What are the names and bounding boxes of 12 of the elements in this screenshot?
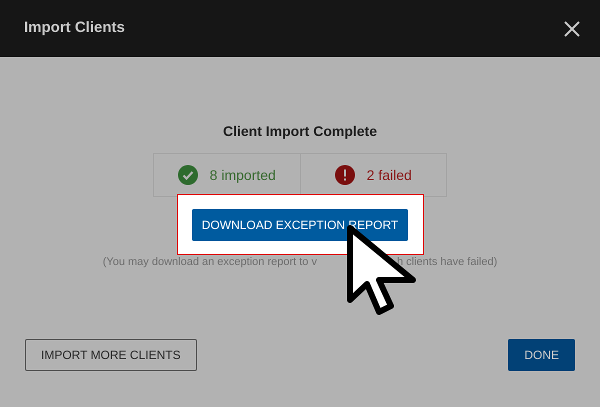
- hint-text: (You may download an exception report to v: [102, 255, 317, 270]
- result-heading: Client Import Complete: [222, 122, 377, 141]
- import-more-button[interactable]: IMPORT MORE CLIENTS: [25, 339, 197, 371]
- check-circle-icon: [178, 165, 198, 185]
- stat-label: 2 failed: [366, 166, 412, 184]
- download-report-button[interactable]: DOWNLOAD EXCEPTION REPORT: [192, 208, 408, 240]
- close-icon[interactable]: [564, 20, 580, 36]
- exclamation-circle-icon: [334, 165, 355, 185]
- done-button[interactable]: DONE: [508, 339, 575, 371]
- stat-label: 8 imported: [210, 166, 276, 185]
- hint-text: h clients have failed): [396, 255, 498, 270]
- dialog-title: Import Clients: [24, 18, 125, 38]
